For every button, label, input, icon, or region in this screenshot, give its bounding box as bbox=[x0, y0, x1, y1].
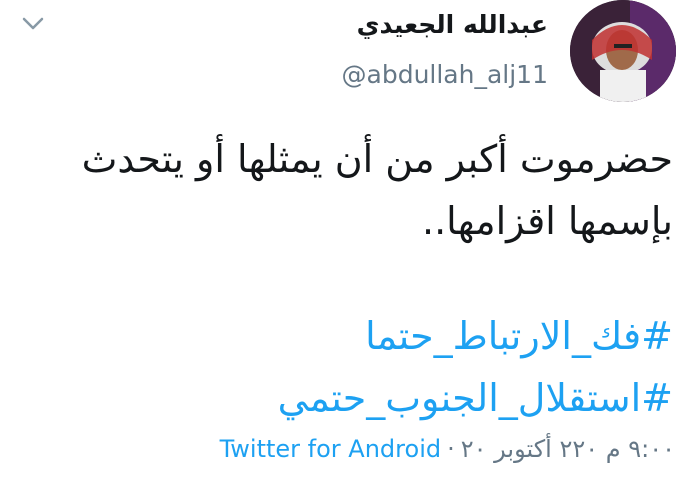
user-handle[interactable]: @abdullah_alj11 bbox=[342, 60, 548, 89]
avatar-image bbox=[570, 0, 676, 102]
hashtag-link[interactable]: #فك_الارتباط_حتما bbox=[33, 305, 673, 367]
hashtag-list: #فك_الارتباط_حتما #استقلال_الجنوب_حتمي bbox=[33, 305, 673, 429]
timestamp[interactable]: ٩:٠٠ م ٢٢٠ أكتوبر ٢٠ bbox=[461, 435, 675, 463]
tweet-text-line-2: بإسمها اقزامها.. bbox=[422, 199, 673, 243]
source-link[interactable]: Twitter for Android bbox=[220, 435, 441, 463]
tweet-card: عبدالله الجعيدي @abdullah_alj11 حضرموت أ… bbox=[0, 0, 700, 485]
hashtag-link[interactable]: #استقلال_الجنوب_حتمي bbox=[33, 367, 673, 429]
tweet-text: حضرموت أكبر من أن يمثلها أو يتحدث بإسمها… bbox=[33, 128, 673, 252]
tweet-meta: Twitter for Android · ٩:٠٠ م ٢٢٠ أكتوبر … bbox=[220, 435, 675, 463]
display-name[interactable]: عبدالله الجعيدي bbox=[357, 10, 548, 39]
chevron-down-icon[interactable] bbox=[22, 16, 44, 32]
tweet-text-line-1: حضرموت أكبر من أن يمثلها أو يتحدث bbox=[81, 137, 673, 181]
meta-separator: · bbox=[447, 435, 455, 463]
avatar[interactable] bbox=[570, 0, 676, 102]
